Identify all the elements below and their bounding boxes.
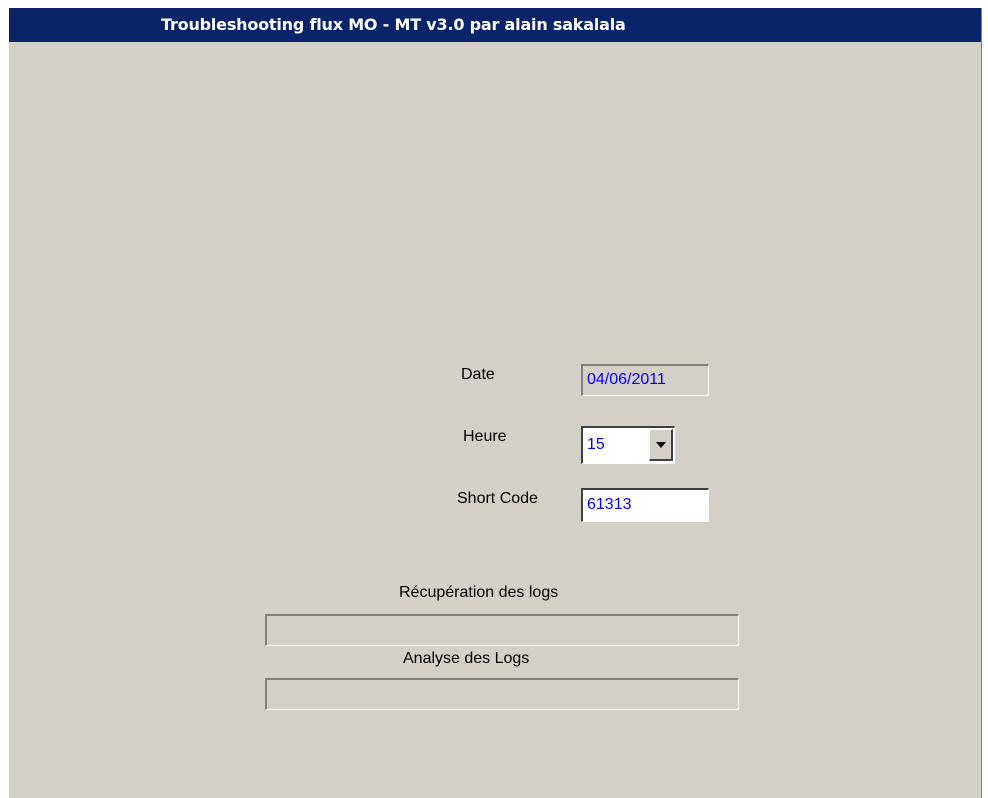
shortcode-input[interactable]: 61313 xyxy=(581,488,709,522)
recuperation-progress-bar xyxy=(265,614,739,646)
shortcode-value: 61313 xyxy=(587,496,632,513)
heure-select[interactable]: 15 xyxy=(581,426,675,464)
date-field: 04/06/2011 xyxy=(581,364,709,396)
shortcode-label: Short Code xyxy=(457,490,538,507)
window-title: Troubleshooting flux MO - MT v3.0 par al… xyxy=(161,15,626,34)
analyse-label: Analyse des Logs xyxy=(403,650,530,667)
heure-value: 15 xyxy=(587,436,605,453)
analyse-progress-bar xyxy=(265,678,739,710)
recuperation-label: Récupération des logs xyxy=(399,584,559,601)
date-value: 04/06/2011 xyxy=(587,371,666,388)
title-bar[interactable]: Troubleshooting flux MO - MT v3.0 par al… xyxy=(9,8,981,42)
main-window: Troubleshooting flux MO - MT v3.0 par al… xyxy=(8,8,982,798)
date-label: Date xyxy=(461,366,495,383)
chevron-down-icon xyxy=(656,442,666,448)
heure-dropdown-button[interactable] xyxy=(649,429,673,461)
heure-label: Heure xyxy=(463,428,507,445)
